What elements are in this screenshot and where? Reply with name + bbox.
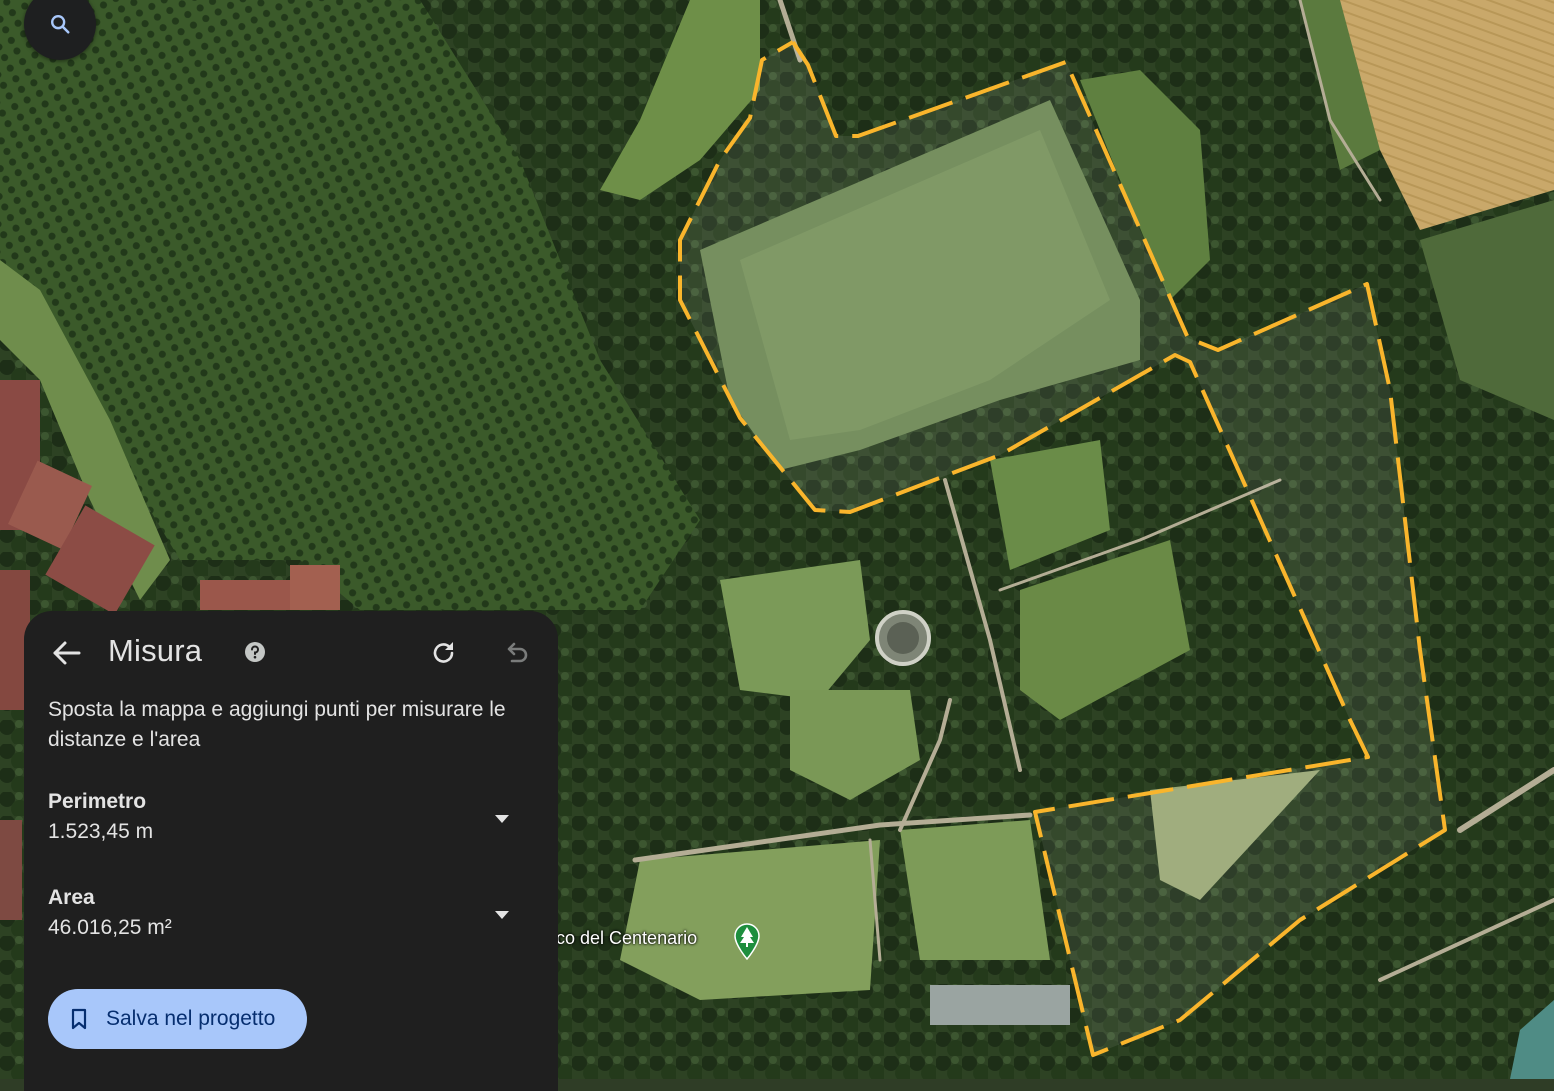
save-to-project-button[interactable]: Salva nel progetto: [48, 989, 307, 1049]
area-label: Area: [48, 886, 95, 909]
chevron-down-icon[interactable]: [490, 903, 514, 927]
search-icon: [51, 15, 70, 34]
redo-icon: [433, 642, 454, 663]
undo-icon: [507, 642, 528, 663]
perimeter-label: Perimetro: [48, 790, 147, 813]
panel-header: Misura: [24, 611, 558, 695]
place-label[interactable]: co del Centenario: [556, 928, 697, 949]
perimeter-row[interactable]: Perimetro 1.523,45 m: [48, 787, 514, 851]
help-icon[interactable]: [244, 641, 266, 663]
arrow-back-icon: [53, 641, 81, 665]
save-button-label: Salva nel progetto: [106, 1007, 276, 1030]
park-tree-pin-icon[interactable]: [732, 921, 762, 961]
undo-button[interactable]: [498, 635, 534, 671]
panel-description: Sposta la mappa e aggiungi punti per mis…: [48, 698, 506, 751]
perimeter-value: 1.523,45 m: [48, 820, 154, 843]
area-row[interactable]: Area 46.016,25 m²: [48, 883, 514, 947]
redo-button[interactable]: [426, 635, 462, 671]
panel-title: Misura: [108, 633, 203, 668]
back-button[interactable]: [46, 637, 86, 669]
area-value: 46.016,25 m²: [48, 916, 172, 939]
measure-panel: Misura Sposta la mappa e aggiungi punti …: [24, 611, 558, 1091]
parking: [930, 985, 1070, 1025]
chevron-down-icon[interactable]: [490, 807, 514, 831]
bookmark-icon: [70, 1007, 92, 1031]
